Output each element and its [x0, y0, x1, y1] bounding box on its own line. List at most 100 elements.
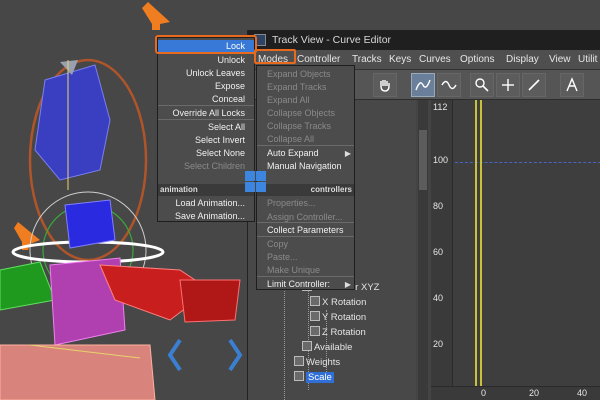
curve-graph[interactable]: 112 100 80 60 40 20 0 0 20 40: [431, 100, 600, 400]
menu-item[interactable]: Load Animation...: [158, 197, 254, 210]
menu-item[interactable]: Unlock: [158, 54, 254, 67]
menu-item[interactable]: Auto Expand ▶: [257, 147, 354, 160]
menu-item[interactable]: Select None: [158, 147, 254, 160]
zoom-button[interactable]: [470, 73, 494, 97]
menu-item-label: Expand All: [267, 95, 310, 105]
curve-icon: [415, 79, 431, 91]
menu-item[interactable]: Collapse Tracks: [257, 120, 354, 133]
controller-icon: [294, 356, 304, 367]
menu-separator: [158, 105, 254, 106]
menu-display[interactable]: Display: [506, 54, 539, 65]
hand-icon: [380, 80, 390, 92]
menu-controller[interactable]: Controller: [297, 54, 340, 65]
time-ruler: 0 20 40: [431, 386, 600, 400]
tree-node-label: X Rotation: [322, 297, 367, 308]
menu-view[interactable]: View: [549, 54, 571, 65]
tree-scrollbar[interactable]: [418, 100, 428, 400]
menu-separator: [257, 222, 354, 223]
menu-item[interactable]: Unlock Leaves: [158, 67, 254, 80]
menu-item-label: Make Unique: [267, 265, 321, 275]
menu-item[interactable]: Expand All: [257, 94, 354, 107]
menu-curves[interactable]: Curves: [419, 54, 451, 65]
window-titlebar[interactable]: Track View - Curve Editor: [248, 30, 600, 50]
menu-item-label: Collect Parameters: [267, 225, 344, 235]
curve-mode-button[interactable]: [411, 73, 435, 97]
controller-icon: [310, 326, 320, 337]
menu-item-label: Assign Controller...: [267, 212, 343, 222]
controller-icon: [310, 311, 320, 322]
submenu-arrow-icon: ▶: [344, 149, 351, 158]
menu-item-label: Paste...: [267, 252, 298, 262]
submenu-arrow-icon: ▶: [344, 280, 351, 289]
time-tick-label: 20: [529, 388, 540, 398]
curve-alt-icon: [441, 80, 457, 90]
quad-title-controllers: controllers: [257, 184, 354, 196]
menu-keys[interactable]: Keys: [389, 54, 411, 65]
tree-node-label: Z Rotation: [322, 327, 366, 338]
tree-node[interactable]: Scale: [294, 371, 334, 384]
tree-node-label: Y Rotation: [322, 312, 367, 323]
value-tick-label: 80: [433, 201, 444, 211]
tree-node-label: Available: [314, 342, 353, 353]
menu-item-label: Limit Controller:: [267, 279, 331, 289]
menu-item-label: Auto Expand: [267, 148, 319, 158]
menu-item-label: Copy: [267, 239, 289, 249]
time-slider-bar[interactable]: [480, 100, 482, 390]
menu-item-label: Collapse Tracks: [267, 121, 332, 131]
menu-separator: [257, 236, 354, 237]
menu-item-label: Collapse All: [267, 134, 315, 144]
controller-icon: [310, 296, 320, 307]
menu-item-label: Expand Objects: [267, 69, 331, 79]
menu-item[interactable]: Properties...: [257, 197, 354, 210]
menu-item[interactable]: Save Animation...: [158, 210, 254, 223]
menu-item-label: Properties...: [267, 198, 316, 208]
menu-item[interactable]: Paste...: [257, 251, 354, 264]
tree-node[interactable]: Weights: [294, 356, 340, 369]
menu-item[interactable]: Expand Tracks: [257, 81, 354, 94]
scrollbar-thumb[interactable]: [419, 130, 427, 190]
menu-separator: [257, 276, 354, 277]
quad-menu-right: Expand Objects Expand Tracks Expand All Col…: [256, 65, 355, 290]
time-tick-label: 40: [577, 388, 588, 398]
value-tick-label: 60: [433, 247, 444, 257]
tree-node[interactable]: Z Rotation: [310, 326, 366, 339]
menu-options[interactable]: Options: [460, 54, 494, 65]
menu-separator: [158, 119, 254, 120]
menu-item[interactable]: Select Invert: [158, 134, 254, 147]
menu-item[interactable]: Copy: [257, 238, 354, 251]
text-button[interactable]: [560, 73, 584, 97]
pan-button[interactable]: [373, 73, 397, 97]
tree-node[interactable]: Y Rotation: [310, 311, 367, 324]
menu-item[interactable]: Expose: [158, 80, 254, 93]
add-keys-button[interactable]: [496, 73, 520, 97]
value-tick-label: 40: [433, 293, 444, 303]
menu-item[interactable]: Select Children: [158, 160, 254, 173]
ruler-top-label: 112: [433, 102, 448, 112]
menu-item[interactable]: Manual Navigation: [257, 160, 354, 173]
window-title: Track View - Curve Editor: [272, 34, 392, 46]
tree-node[interactable]: Available: [302, 341, 353, 354]
controller-icon: [294, 371, 304, 382]
draw-curves-button[interactable]: [522, 73, 546, 97]
tree-node-label: Scale: [306, 372, 334, 383]
menu-item[interactable]: Expand Objects: [257, 68, 354, 81]
lock-callout: [155, 35, 257, 54]
menu-utilities[interactable]: Utilit: [578, 54, 597, 65]
menu-item[interactable]: Select All: [158, 121, 254, 134]
time-slider-bar[interactable]: [475, 100, 477, 390]
menu-item-label: Expand Tracks: [267, 82, 327, 92]
tree-node[interactable]: X Rotation: [310, 296, 367, 309]
value-tick-label: 100: [433, 155, 449, 165]
quad-title-animation: animation: [158, 184, 254, 196]
value-tick-label: 20: [433, 339, 444, 349]
pencil-icon: [528, 79, 540, 91]
menu-tracks[interactable]: Tracks: [352, 54, 382, 65]
menu-item[interactable]: Limit Controller: ▶: [257, 278, 354, 291]
add-icon: [502, 79, 514, 91]
time-tick-label: 0: [481, 388, 487, 398]
normalize-curves-button[interactable]: [437, 73, 461, 97]
menu-item-label: Collapse Objects: [267, 108, 336, 118]
controller-icon: [302, 341, 312, 352]
menu-item[interactable]: Collapse Objects: [257, 107, 354, 120]
value-ruler: 112 100806040200: [431, 100, 453, 400]
